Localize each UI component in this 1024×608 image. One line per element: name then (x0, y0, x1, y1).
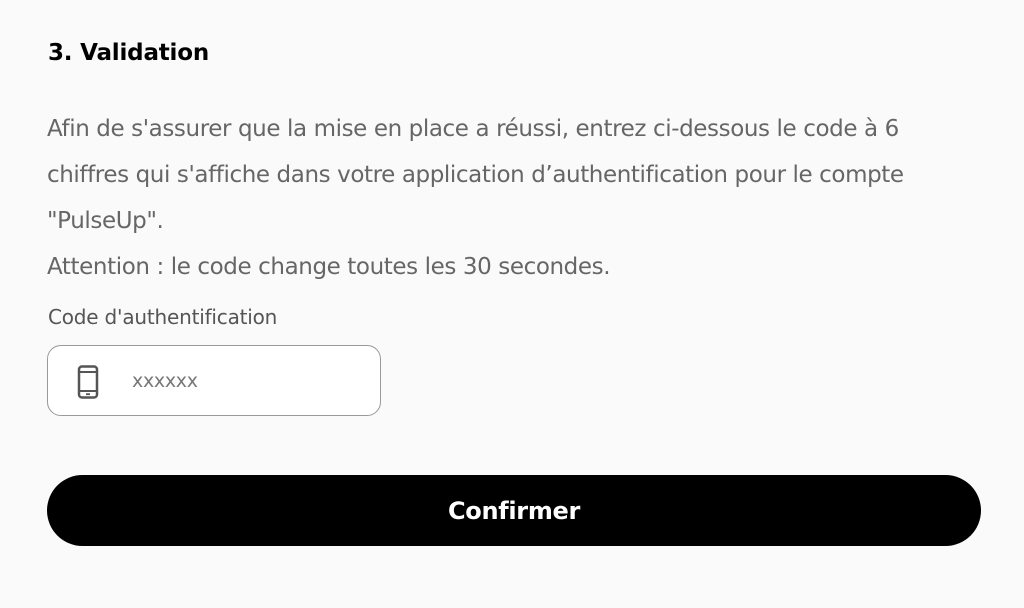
confirm-button[interactable]: Confirmer (47, 475, 981, 546)
code-input[interactable] (132, 360, 362, 402)
section-title: 3. Validation (48, 40, 210, 66)
instructions: Afin de s'assurer que la mise en place a… (47, 106, 987, 290)
smartphone-icon (77, 365, 99, 399)
instructions-paragraph: Afin de s'assurer que la mise en place a… (47, 116, 904, 234)
code-field[interactable] (47, 345, 381, 416)
validation-panel: 3. Validation Afin de s'assurer que la m… (0, 0, 1024, 608)
code-field-label: Code d'authentification (48, 305, 278, 329)
warning-text: Attention : le code change toutes les 30… (47, 254, 611, 280)
